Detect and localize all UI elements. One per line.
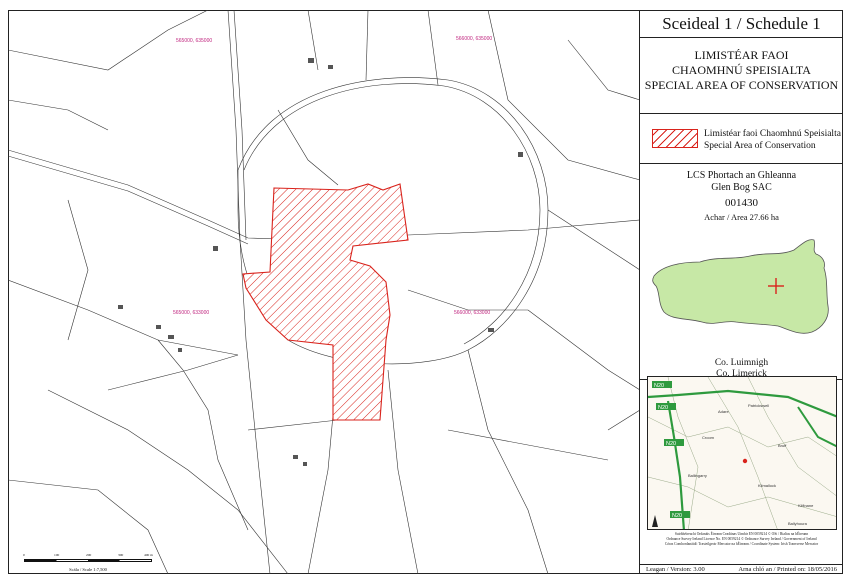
site-details: LCS Phortach an Ghleanna Glen Bog SAC 00…	[640, 164, 843, 380]
north-arrow-icon	[652, 515, 658, 527]
designation-irish-1: LIMISTÉAR FAOI	[694, 48, 789, 62]
legend-label-irish: Limistéar faoi Chaomhnú Speisialta	[704, 129, 841, 139]
designation-english: SPECIAL AREA OF CONSERVATION	[644, 78, 839, 92]
place-label: Kilfinane	[798, 503, 814, 508]
footer: Leagan / Version: 3.00 Arna chló an / Pr…	[640, 564, 843, 575]
road-label: N20	[666, 441, 676, 447]
grid-label: 565000, 635000	[176, 38, 213, 44]
map-info-panel: Sceideal 1 / Schedule 1 LIMISTÉAR FAOI C…	[640, 10, 843, 574]
site-location-marker	[742, 458, 748, 464]
grid-label: 565000, 633000	[173, 310, 210, 316]
county-outline-map	[652, 239, 829, 334]
schedule-title: Sceideal 1 / Schedule 1	[640, 10, 843, 38]
grid-label: 566000, 635000	[456, 36, 493, 42]
designation-block: LIMISTÉAR FAOI CHAOMHNÚ SPEISIALTA SPECI…	[640, 38, 843, 114]
place-label: Kilmallock	[758, 483, 776, 488]
designation-irish-2: CHAOMHNÚ SPEISIALTA	[672, 63, 811, 77]
print-date: Arna chló an / Printed on: 18/05/2016	[738, 566, 837, 573]
place-label: Patrickswell	[748, 403, 769, 408]
legend: Limistéar faoi Chaomhnú Speisialta Speci…	[640, 114, 843, 164]
inset-linework: N20 N20 N20 N20 Croom Adare Ballingarry …	[648, 377, 836, 529]
scale-bar: 0 100 200 300 400 m Scála / Scale 1:7,50…	[18, 553, 158, 574]
place-label: Croom	[702, 435, 715, 440]
version-label: Leagan / Version: 3.00	[646, 566, 705, 573]
sac-boundary	[242, 183, 409, 421]
legend-label-english: Special Area of Conservation	[704, 141, 816, 151]
place-label: Bruff	[778, 443, 787, 448]
site-name-english: Glen Bog SAC	[711, 182, 772, 193]
county-irish: Co. Luimnigh	[714, 358, 769, 368]
site-area: Achar / Area 27.66 ha	[704, 212, 779, 222]
place-label: Adare	[718, 409, 729, 414]
sac-legend-swatch	[652, 129, 698, 148]
road-label: N20	[672, 513, 682, 519]
copyright-credits: Suirbhéireacht Ordanáis Éireann Ceadúnas…	[664, 532, 819, 546]
scale-label: Scála / Scale 1:7,500	[69, 567, 107, 572]
grid-label: 566000, 633000	[454, 310, 491, 316]
site-name-irish: LCS Phortach an Ghleanna	[686, 170, 797, 181]
main-map[interactable]: 565000, 635000 566000, 635000 565000, 63…	[8, 10, 640, 574]
road-label: N20	[654, 383, 664, 389]
map-linework	[8, 10, 639, 574]
place-label: Ballingarry	[688, 473, 707, 478]
road-label: N20	[658, 405, 668, 411]
location-inset-map[interactable]: N20 N20 N20 N20 Croom Adare Ballingarry …	[647, 376, 837, 530]
place-label: Ballyhoura	[788, 521, 808, 526]
site-code: 001430	[725, 197, 758, 209]
